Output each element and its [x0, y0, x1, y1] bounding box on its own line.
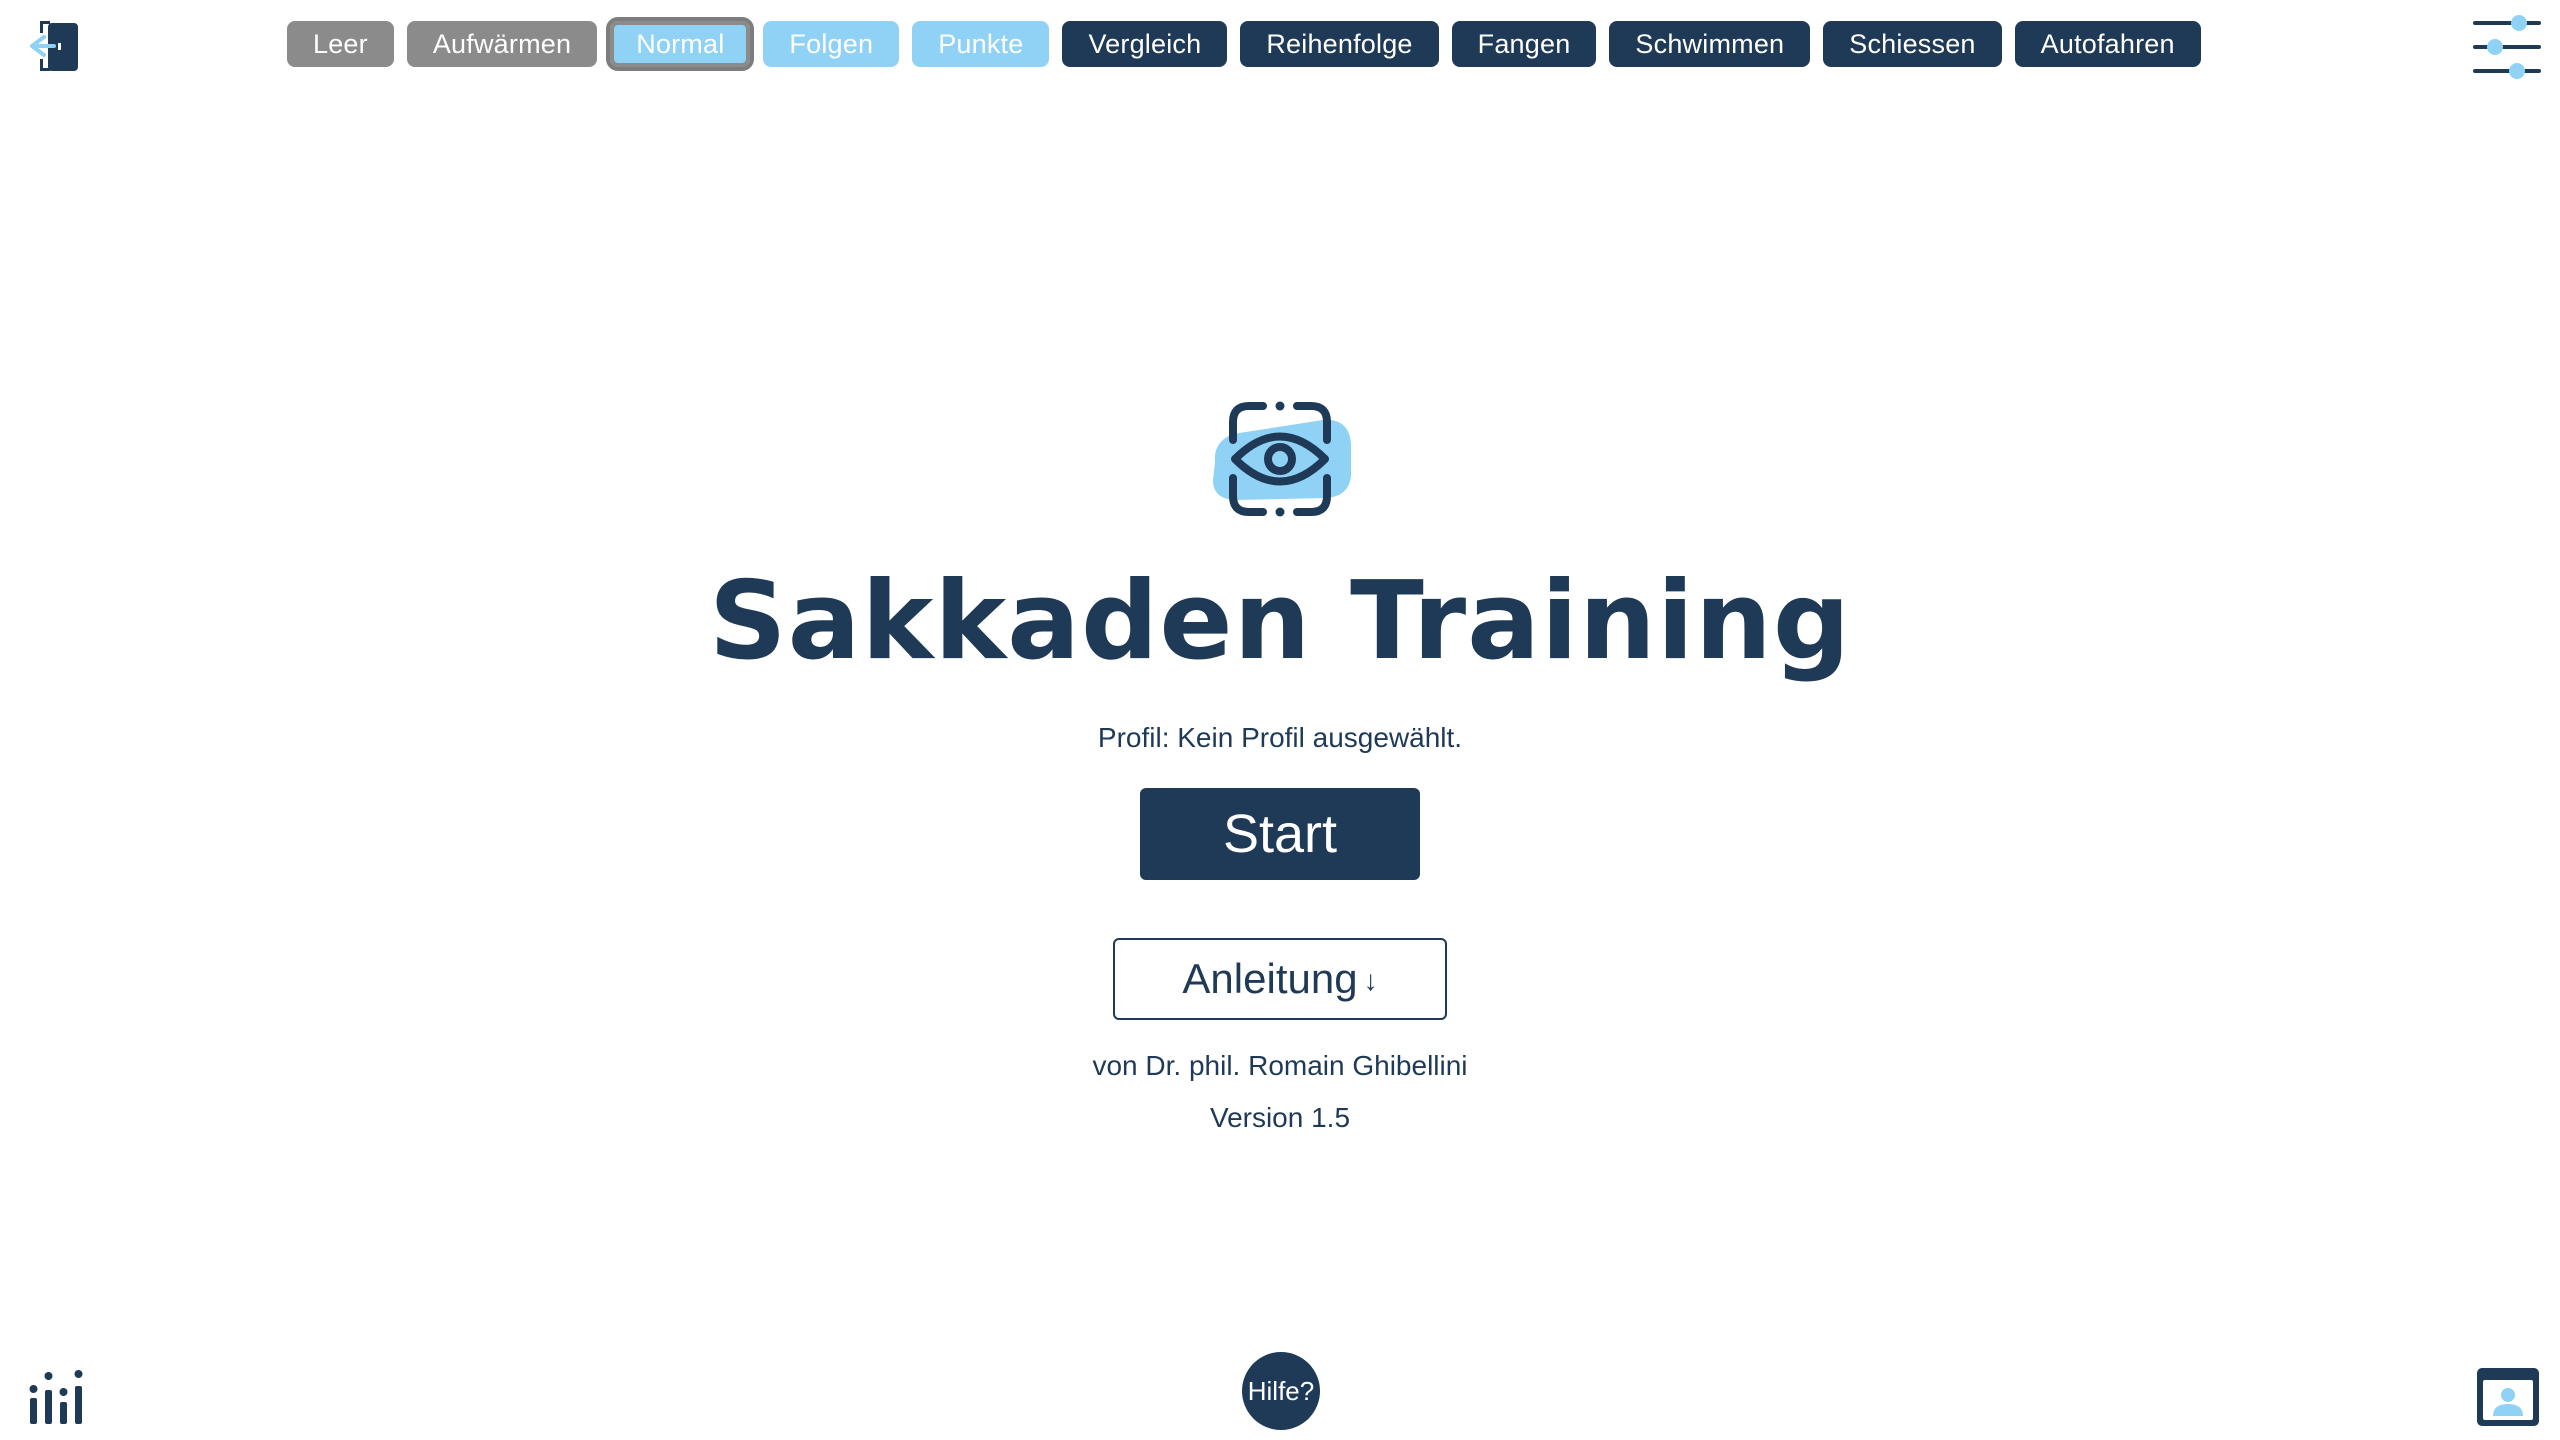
app-title: Sakkaden Training: [708, 559, 1852, 684]
tab-folgen[interactable]: Folgen: [763, 21, 900, 67]
tab-leer[interactable]: Leer: [287, 21, 394, 67]
tab-fangen[interactable]: Fangen: [1451, 21, 1597, 67]
statistics-icon: [29, 1370, 83, 1424]
profile-card-icon: [2477, 1368, 2539, 1426]
tab-schwimmen[interactable]: Schwimmen: [1609, 21, 1811, 67]
eye-scan-icon: [1213, 401, 1351, 517]
help-button[interactable]: Hilfe?: [1242, 1352, 1320, 1430]
tab-vergleich[interactable]: Vergleich: [1062, 21, 1228, 67]
tab-aufwärmen[interactable]: Aufwärmen: [406, 21, 598, 67]
welcome-panel: Sakkaden Training Profil: Kein Profil au…: [0, 392, 2560, 1134]
start-button[interactable]: Start: [1140, 788, 1420, 880]
tab-schiessen[interactable]: Schiessen: [1823, 21, 2002, 67]
app-page: Leer Aufwärmen Normal Folgen Punkte Vergleich…: [0, 0, 2560, 1440]
exit-button[interactable]: [26, 16, 90, 76]
version-label: Version 1.5: [1209, 1102, 1351, 1133]
author-credit: von Dr. phil. Romain Ghibellini: [1092, 1050, 1468, 1081]
tab-punkte[interactable]: Punkte: [912, 21, 1050, 67]
tab-autofahren[interactable]: Autofahren: [2014, 21, 2201, 67]
guide-button[interactable]: Anleitung ↓: [1113, 938, 1447, 1020]
sliders-icon: [2473, 15, 2541, 79]
guide-label: Anleitung: [1182, 955, 1358, 1002]
profile-button[interactable]: [2474, 1364, 2542, 1430]
exit-door-icon: [30, 21, 78, 71]
mode-tab-bar: Leer Aufwärmen Normal Folgen Punkte Vergleich…: [287, 17, 2201, 71]
arrow-down-icon: ↓: [1363, 965, 1378, 996]
settings-button[interactable]: [2472, 12, 2542, 82]
statistics-button[interactable]: [24, 1366, 90, 1428]
tab-normal[interactable]: Normal: [606, 17, 755, 71]
profile-status: Profil: Kein Profil ausgewählt.: [1097, 722, 1463, 753]
tab-reihenfolge[interactable]: Reihenfolge: [1240, 21, 1439, 67]
